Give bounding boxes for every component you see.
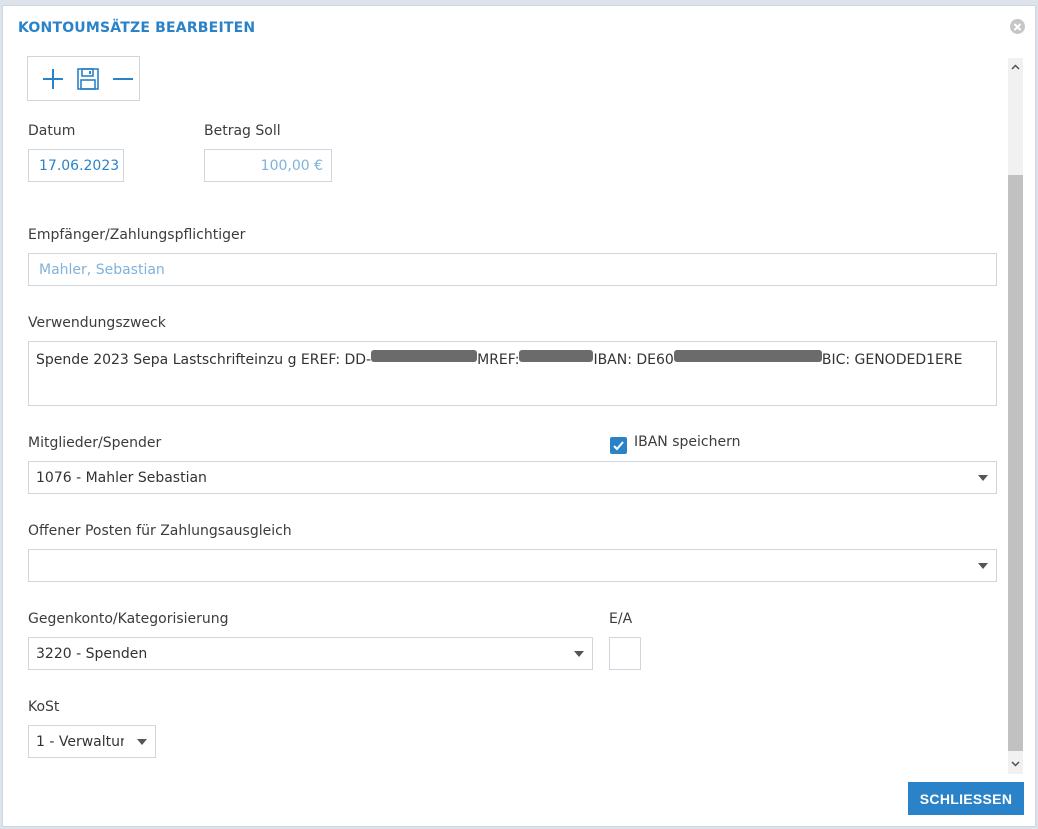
scroll-up-icon[interactable] (1008, 59, 1023, 75)
verwendung-textarea[interactable]: Spende 2023 Sepa Lastschrifteinzu g EREF… (28, 341, 997, 406)
gegenkonto-value: 3220 - Spenden (36, 645, 148, 662)
verwendung-text-1: Spende 2023 Sepa Lastschrifteinzu g EREF… (36, 352, 372, 368)
mitglieder-select[interactable]: 1076 - Mahler Sebastian (28, 461, 997, 494)
gegenkonto-label: Gegenkonto/Kategorisierung (28, 611, 229, 627)
verwendung-label: Verwendungszweck (28, 315, 166, 331)
plus-icon[interactable] (36, 62, 69, 96)
verwendung-text-4: BIC: GENODED1ERE (821, 352, 963, 368)
kost-value: 1 - Verwaltun (36, 733, 124, 750)
iban-checkbox-label: IBAN speichern (634, 434, 741, 450)
gegenkonto-select[interactable]: 3220 - Spenden (28, 637, 593, 670)
minus-icon[interactable] (106, 62, 139, 96)
scrollbar-thumb[interactable] (1008, 175, 1023, 751)
verwendung-text-2: MREF: (477, 352, 520, 368)
datum-value: 17.06.2023 (39, 157, 120, 174)
empfaenger-value: Mahler, Sebastian (39, 261, 165, 278)
chevron-down-icon (137, 738, 147, 745)
iban-checkbox[interactable] (610, 437, 627, 454)
datum-input[interactable]: 17.06.2023 (28, 149, 124, 182)
betrag-label: Betrag Soll (204, 123, 281, 139)
ea-label: E/A (609, 611, 633, 627)
kost-label: KoSt (28, 699, 60, 715)
save-icon[interactable] (71, 62, 104, 96)
mitglieder-value: 1076 - Mahler Sebastian (36, 469, 207, 486)
empfaenger-label: Empfänger/Zahlungspflichtiger (28, 227, 246, 243)
chevron-down-icon (978, 562, 988, 569)
edit-transaction-dialog: KONTOUMSÄTZE BEARBEITEN Datum 17.06.2023 (2, 5, 1036, 827)
chevron-down-icon (574, 650, 584, 657)
redacted-block (519, 350, 594, 362)
dialog-content: Datum 17.06.2023 Betrag Soll 100,00 € Em… (3, 54, 1006, 774)
betrag-input[interactable]: 100,00 € (204, 149, 332, 182)
redacted-block (673, 350, 822, 362)
scroll-down-icon[interactable] (1008, 756, 1023, 772)
dialog-title: KONTOUMSÄTZE BEARBEITEN (18, 20, 256, 36)
offener-label: Offener Posten für Zahlungsausgleich (28, 523, 292, 539)
redacted-block (371, 350, 478, 362)
empfaenger-input[interactable]: Mahler, Sebastian (28, 253, 997, 286)
betrag-value: 100,00 € (260, 157, 323, 174)
close-icon[interactable] (1010, 19, 1025, 34)
chevron-down-icon (978, 474, 988, 481)
ea-input[interactable] (609, 637, 641, 670)
kost-select[interactable]: 1 - Verwaltun (28, 725, 156, 758)
offener-select[interactable] (28, 549, 997, 582)
close-button[interactable]: SCHLIESSEN (908, 782, 1024, 815)
mitglieder-label: Mitglieder/Spender (28, 435, 162, 451)
toolbar (27, 56, 140, 101)
datum-label: Datum (28, 123, 76, 139)
verwendung-text-3: IBAN: DE60 (593, 352, 674, 368)
